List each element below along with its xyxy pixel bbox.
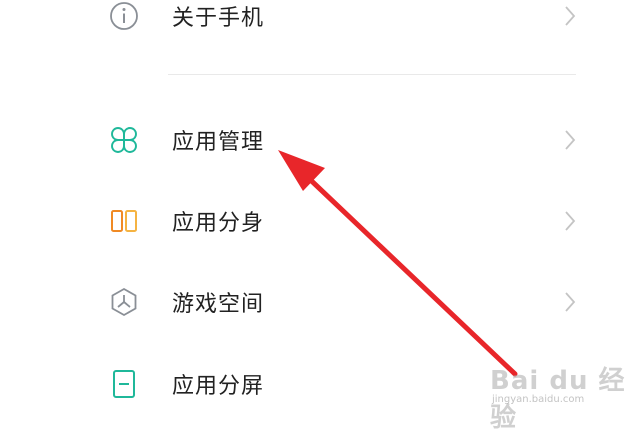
watermark-subtext: jingyan.baidu.com [492,394,585,405]
baidu-jingyan-watermark: Bai du 经验 jingyan.baidu.com [490,356,638,433]
